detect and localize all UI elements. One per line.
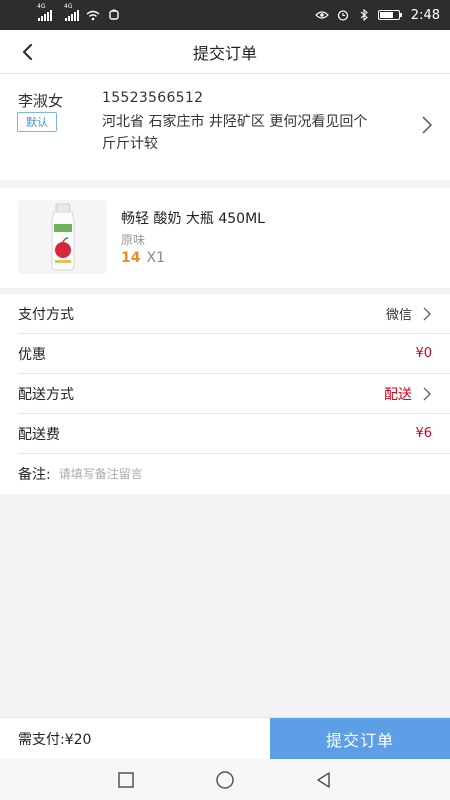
bluetooth-icon	[357, 9, 371, 21]
battery-icon	[377, 10, 402, 20]
back-button[interactable]	[18, 42, 38, 62]
product-image	[18, 200, 107, 274]
eye-icon	[314, 9, 329, 21]
chevron-left-icon	[22, 43, 33, 61]
delivery-fee-value: ¥6	[415, 426, 432, 441]
product-price-row: 14 X1	[121, 250, 165, 266]
network-type-label: 4G	[37, 2, 46, 10]
recipient-phone: 15523566512	[102, 90, 204, 106]
discount-value: ¥0	[415, 346, 432, 361]
payment-method-value: 微信	[385, 308, 412, 323]
product-price: 14	[121, 250, 141, 266]
notification-icon	[107, 9, 121, 21]
square-icon	[118, 771, 134, 788]
default-badge: 默认	[17, 112, 57, 132]
delivery-method-row[interactable]: 配送方式 配送	[18, 374, 450, 414]
payment-method-row[interactable]: 支付方式 微信	[18, 294, 450, 334]
address-card[interactable]: 李淑女 默认 15523566512 河北省 石家庄市 井陉矿区 更何况看见回个…	[0, 74, 450, 180]
delivery-fee-label: 配送费	[18, 426, 60, 443]
note-row: 备注:	[18, 454, 450, 494]
chevron-right-icon	[422, 116, 433, 134]
yogurt-bottle-icon	[51, 203, 74, 271]
product-spec: 原味	[121, 233, 146, 247]
order-options: 支付方式 微信 优惠 ¥0 配送方式 配送 配送费 ¥6 备注:	[0, 294, 450, 494]
back-nav-button[interactable]	[312, 768, 336, 792]
product-name: 畅轻 酸奶 大瓶 450ML	[121, 211, 265, 227]
delivery-method-value: 配送	[384, 386, 412, 403]
header-bar: 提交订单	[0, 30, 450, 74]
product-card: 畅轻 酸奶 大瓶 450ML 原味 14 X1	[0, 188, 450, 288]
cellular-signal-icon: 4G	[37, 3, 52, 21]
delivery-method-label: 配送方式	[18, 386, 74, 403]
clock: 2:48	[410, 7, 440, 23]
note-label: 备注:	[18, 467, 51, 483]
checkout-bar: 需支付:¥20 提交订单	[0, 717, 450, 759]
cellular-signal-icon-2: 4G	[64, 3, 79, 21]
total-amount: 需支付:¥20	[18, 731, 92, 748]
circle-icon	[216, 770, 234, 789]
alarm-icon	[336, 9, 350, 21]
status-bar: 4G 4G 2:48	[0, 0, 450, 30]
payment-method-label: 支付方式	[18, 306, 74, 323]
page-title: 提交订单	[192, 43, 257, 63]
delivery-fee-row: 配送费 ¥6	[18, 414, 450, 454]
note-input[interactable]	[58, 467, 359, 481]
wifi-icon	[86, 9, 100, 21]
triangle-back-icon	[317, 771, 330, 788]
home-button[interactable]	[213, 768, 237, 792]
chevron-right-icon	[423, 387, 431, 400]
submit-order-button[interactable]: 提交订单	[270, 718, 450, 759]
chevron-right-icon	[423, 307, 431, 320]
discount-row: 优惠 ¥0	[18, 334, 450, 374]
discount-label: 优惠	[18, 346, 46, 363]
recipient-address: 河北省 石家庄市 井陉矿区 更何况看见回个斤斤计较	[102, 114, 368, 152]
network-type-label-2: 4G	[64, 2, 73, 10]
recipient-name: 李淑女	[18, 92, 64, 110]
system-nav-bar	[0, 759, 450, 800]
recent-apps-button[interactable]	[114, 768, 138, 792]
product-quantity: X1	[146, 250, 165, 266]
